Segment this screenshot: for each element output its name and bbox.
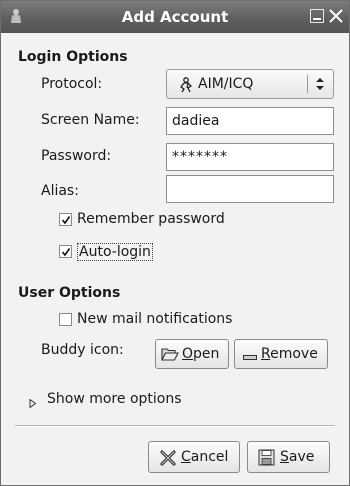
save-mnemonic: S xyxy=(280,449,289,465)
expander-arrow-icon xyxy=(29,396,37,412)
minimize-icon[interactable] xyxy=(310,9,324,23)
save-icon xyxy=(258,449,275,470)
auto-login-label: Auto-login xyxy=(77,243,153,261)
screen-name-label: Screen Name: xyxy=(41,112,140,128)
window-title: Add Account xyxy=(121,8,229,26)
password-input[interactable] xyxy=(166,143,334,171)
save-label: ave xyxy=(288,449,315,465)
remove-label: emove xyxy=(270,346,318,362)
aim-icq-icon xyxy=(178,77,194,93)
protocol-value: AIM/ICQ xyxy=(198,76,254,92)
alias-input[interactable] xyxy=(166,175,334,203)
cancel-button[interactable]: Cancel xyxy=(148,441,240,473)
user-options-heading: User Options xyxy=(18,285,121,301)
alias-label: Alias: xyxy=(41,183,79,199)
open-label: pen xyxy=(193,346,220,362)
add-account-dialog: Add Account Login Options Protocol: AIM/… xyxy=(0,0,350,486)
show-more-options-label: Show more options xyxy=(47,391,182,407)
remember-password-label: Remember password xyxy=(77,211,225,227)
remove-icon xyxy=(243,350,257,366)
remove-button[interactable]: Remove xyxy=(234,339,328,369)
cancel-icon xyxy=(160,450,176,470)
new-mail-box[interactable] xyxy=(59,313,72,326)
check-icon xyxy=(61,248,71,257)
remove-mnemonic: R xyxy=(261,346,271,362)
login-options-heading: Login Options xyxy=(18,49,128,65)
folder-open-icon xyxy=(161,347,179,366)
save-button[interactable]: Save xyxy=(247,441,330,473)
cancel-label: ancel xyxy=(190,449,229,465)
open-mnemonic: O xyxy=(182,346,194,362)
password-label: Password: xyxy=(41,148,112,164)
cancel-mnemonic: C xyxy=(181,449,191,465)
remember-password-box[interactable] xyxy=(59,213,72,226)
buddy-icon-label: Buddy icon: xyxy=(41,342,124,358)
protocol-label: Protocol: xyxy=(41,76,103,92)
open-button[interactable]: Open xyxy=(155,339,229,369)
new-mail-label: New mail notifications xyxy=(77,311,233,327)
combo-separator xyxy=(307,75,308,93)
dialog-divider xyxy=(15,425,335,427)
title-bar[interactable]: Add Account xyxy=(1,1,349,33)
screen-name-input[interactable] xyxy=(166,107,334,135)
check-icon xyxy=(61,216,71,225)
auto-login-box[interactable] xyxy=(59,245,72,258)
protocol-combo[interactable]: AIM/ICQ xyxy=(166,69,334,99)
combo-arrows-icon xyxy=(314,76,326,92)
close-icon[interactable] xyxy=(329,9,343,23)
